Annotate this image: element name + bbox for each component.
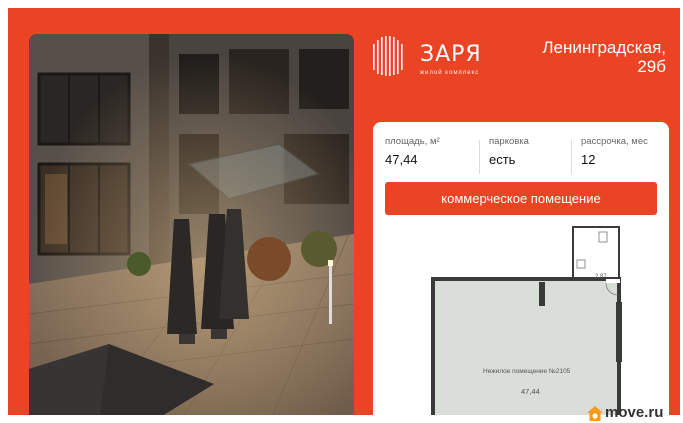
logo-subtitle: жилой комплекс bbox=[420, 70, 480, 76]
brand-name: move.ru bbox=[605, 404, 664, 421]
address-number: 29б bbox=[637, 57, 666, 76]
listing-banner: ЗАРЯ жилой комплекс Ленинградская, 29б п… bbox=[8, 8, 680, 415]
stat-area: площадь, м² 47,44 bbox=[385, 136, 440, 167]
courtyard-image bbox=[29, 34, 354, 415]
property-type-button[interactable]: коммерческое помещение bbox=[385, 182, 657, 215]
address-street: Ленинградская, bbox=[542, 38, 666, 57]
stat-parking: парковка есть bbox=[489, 136, 529, 167]
sunrise-logo-icon bbox=[373, 36, 403, 76]
building-photo bbox=[29, 34, 354, 415]
stat-parking-label: парковка bbox=[489, 136, 529, 147]
logo-name: ЗАРЯ bbox=[420, 42, 482, 67]
house-icon bbox=[587, 406, 603, 421]
stat-divider bbox=[479, 140, 480, 174]
room-label: Нежилое помещение №2105 bbox=[483, 368, 571, 375]
stat-parking-value: есть bbox=[489, 152, 516, 167]
stat-installment: рассрочка, мес 12 bbox=[581, 136, 648, 167]
stat-installment-label: рассрочка, мес bbox=[581, 136, 648, 147]
address: Ленинградская, 29б bbox=[476, 38, 666, 76]
stat-area-value: 47,44 bbox=[385, 152, 418, 167]
stats-row: площадь, м² 47,44 парковка есть рассрочк… bbox=[385, 136, 665, 176]
small-room-area: 2,87 bbox=[595, 274, 607, 280]
stat-divider bbox=[571, 140, 572, 174]
floor-plan: 2,87 Нежилое помещение №2105 47,44 bbox=[373, 222, 669, 415]
stat-area-label: площадь, м² bbox=[385, 136, 440, 147]
move-ru-watermark[interactable]: move.ru bbox=[587, 403, 683, 423]
property-card: площадь, м² 47,44 парковка есть рассрочк… bbox=[373, 122, 669, 415]
room-area: 47,44 bbox=[521, 387, 540, 396]
stat-installment-value: 12 bbox=[581, 152, 596, 167]
